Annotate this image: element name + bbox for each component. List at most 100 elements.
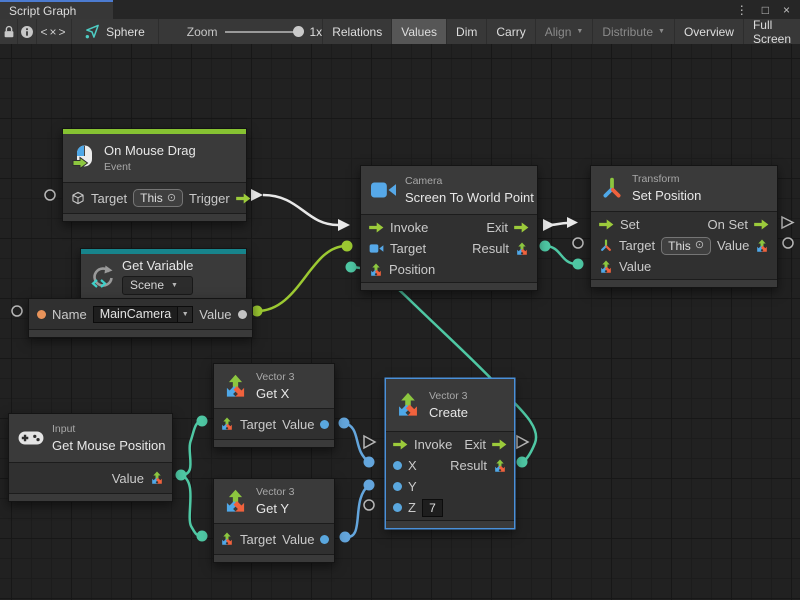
get-variable-body[interactable]: Name MainCamera ▼ Value bbox=[28, 298, 253, 338]
port-create-z[interactable] bbox=[364, 500, 374, 510]
wire-gety-to-y[interactable] bbox=[345, 485, 369, 537]
vector3-icon bbox=[223, 374, 248, 399]
port-setposition-target[interactable] bbox=[573, 238, 583, 248]
gameobject-cube-icon bbox=[71, 191, 85, 205]
target-this-field[interactable]: This ⊙ bbox=[661, 237, 711, 255]
camera-icon bbox=[370, 180, 397, 200]
wire-result-to-value[interactable] bbox=[545, 246, 577, 264]
wire-getx-to-x[interactable] bbox=[344, 423, 369, 462]
get-variable-header[interactable]: Get Variable Scene ▼ bbox=[80, 248, 247, 300]
transform-icon bbox=[599, 239, 613, 253]
chevron-down-icon: ▼ bbox=[182, 311, 189, 318]
port-label-target: Target bbox=[240, 532, 276, 547]
port-create-exit[interactable] bbox=[517, 436, 528, 448]
port-label-target: Target bbox=[240, 417, 276, 432]
port-label-result: Result bbox=[450, 458, 487, 473]
flow-arrow-icon[interactable] bbox=[754, 219, 769, 230]
vector3-icon bbox=[223, 489, 248, 514]
vector3-icon bbox=[755, 239, 769, 253]
z-value-input[interactable]: 7 bbox=[422, 499, 443, 517]
variable-icon bbox=[90, 265, 114, 289]
node-title: On Mouse Drag bbox=[104, 143, 196, 159]
vector3-icon bbox=[515, 242, 529, 256]
node-category: Vector 3 bbox=[256, 486, 295, 499]
port-label-target: Target bbox=[91, 191, 127, 206]
node-category: Transform bbox=[632, 173, 701, 186]
flow-arrow-icon[interactable] bbox=[393, 439, 408, 450]
wire-mouse-to-gety[interactable] bbox=[181, 475, 202, 536]
port-label-value: Value bbox=[282, 417, 314, 432]
node-get-y[interactable]: Vector 3 Get Y Target Value bbox=[213, 478, 335, 563]
node-title: Get Mouse Position bbox=[52, 438, 165, 454]
chevron-down-icon: ▼ bbox=[171, 282, 178, 289]
node-screen-to-world-point[interactable]: Camera Screen To World Point Invoke Exit… bbox=[360, 165, 538, 291]
port-label-z: Z bbox=[408, 500, 416, 515]
port-z-in[interactable] bbox=[393, 503, 402, 512]
node-category: Vector 3 bbox=[256, 371, 295, 384]
vector3-icon bbox=[220, 417, 234, 431]
port-getvariable-name[interactable] bbox=[12, 306, 22, 316]
port-label-value: Value bbox=[199, 307, 231, 322]
flow-arrow-icon[interactable] bbox=[492, 439, 507, 450]
port-label-x: X bbox=[408, 458, 417, 473]
vector3-icon bbox=[599, 260, 613, 274]
vector3-icon bbox=[493, 459, 507, 473]
port-label-exit: Exit bbox=[464, 437, 486, 452]
port-setposition-onset[interactable] bbox=[782, 217, 793, 228]
node-vector3-create[interactable]: Vector 3 Create Invoke Exit X Result Y bbox=[385, 378, 515, 529]
port-name-in[interactable] bbox=[37, 310, 46, 319]
port-label-y: Y bbox=[408, 479, 417, 494]
port-label-invoke: Invoke bbox=[414, 437, 452, 452]
vector3-icon bbox=[220, 532, 234, 546]
port-value-out[interactable] bbox=[238, 310, 247, 319]
wire-trigger-to-invoke[interactable] bbox=[263, 195, 338, 225]
node-category: Camera bbox=[405, 175, 534, 188]
node-title: Set Position bbox=[632, 188, 701, 204]
variable-scope-dropdown[interactable]: Scene ▼ bbox=[122, 276, 193, 295]
gamepad-icon bbox=[18, 430, 44, 446]
variable-name-dropdown[interactable]: ▼ bbox=[178, 306, 193, 323]
port-onmousedrag-target[interactable] bbox=[45, 190, 55, 200]
port-label-result: Result bbox=[472, 241, 509, 256]
node-title: Get Variable bbox=[122, 258, 193, 274]
wire-arrowhead bbox=[567, 217, 578, 228]
port-label-value-in: Value bbox=[619, 259, 651, 274]
flow-arrow-icon[interactable] bbox=[514, 222, 529, 233]
node-title: Screen To World Point bbox=[405, 190, 534, 206]
port-value-out[interactable] bbox=[320, 535, 329, 544]
port-y-in[interactable] bbox=[393, 482, 402, 491]
wire-mouse-to-getx[interactable] bbox=[181, 421, 202, 475]
mouse-drag-icon bbox=[72, 145, 96, 171]
camera-icon bbox=[369, 243, 384, 254]
flow-arrow-icon[interactable] bbox=[236, 193, 251, 204]
flow-arrow-icon[interactable] bbox=[599, 219, 614, 230]
vector3-icon bbox=[150, 471, 164, 485]
flow-arrow-icon[interactable] bbox=[369, 222, 384, 233]
node-get-x[interactable]: Vector 3 Get X Target Value bbox=[213, 363, 335, 448]
port-label-target: Target bbox=[390, 241, 426, 256]
wire-variable-to-target[interactable] bbox=[257, 246, 346, 311]
node-category: Event bbox=[104, 161, 196, 174]
transform-icon bbox=[600, 177, 624, 201]
target-this-field[interactable]: This ⊙ bbox=[133, 189, 183, 207]
variable-name-field[interactable]: MainCamera bbox=[93, 306, 179, 323]
vector3-icon bbox=[395, 392, 421, 418]
wire-arrowhead bbox=[338, 219, 350, 231]
node-title: Create bbox=[429, 405, 468, 421]
port-label-set: Set bbox=[620, 217, 640, 232]
port-create-invoke[interactable] bbox=[364, 436, 375, 448]
port-value-out[interactable] bbox=[320, 420, 329, 429]
port-label-value: Value bbox=[112, 471, 144, 486]
port-trigger-out[interactable] bbox=[251, 189, 263, 201]
node-on-mouse-drag[interactable]: On Mouse Drag Event Target This ⊙ Trigge… bbox=[62, 128, 247, 222]
node-category: Vector 3 bbox=[429, 390, 468, 403]
port-exit-out[interactable] bbox=[543, 219, 555, 231]
port-x-in[interactable] bbox=[393, 461, 402, 470]
port-setposition-value-out[interactable] bbox=[783, 238, 793, 248]
port-label-value-out: Value bbox=[717, 238, 749, 253]
target-picker-icon: ⊙ bbox=[695, 240, 704, 251]
port-label-on-set: On Set bbox=[708, 217, 748, 232]
node-get-mouse-position[interactable]: Input Get Mouse Position Value bbox=[8, 413, 173, 502]
port-label-target: Target bbox=[619, 238, 655, 253]
node-set-position[interactable]: Transform Set Position Set On Set Target… bbox=[590, 165, 778, 288]
